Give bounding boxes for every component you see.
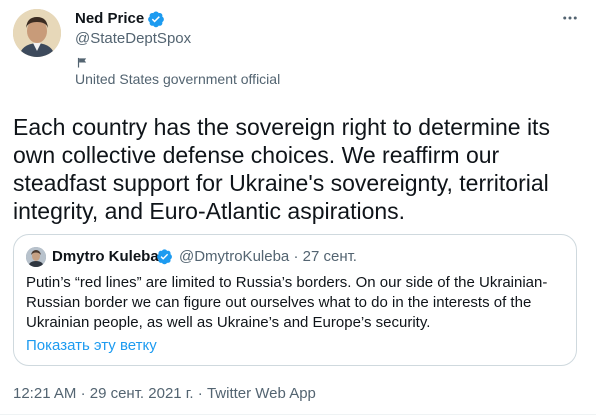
quoted-author-name: Dmytro Kuleba [52, 248, 159, 265]
bottom-divider [0, 414, 596, 415]
quoted-verified-badge-icon [157, 249, 172, 265]
tweet-text: Each country has the sovereign right to … [13, 114, 550, 224]
verified-badge-icon [148, 11, 164, 28]
footer-separator: · [197, 385, 203, 402]
tweet-footer: 12:21 AM · 29 сент. 2021 г. · Twitter We… [13, 384, 316, 404]
quoted-avatar-portrait [26, 247, 46, 267]
quoted-author-avatar [26, 247, 46, 267]
tweet-card[interactable]: Ned Price @StateDeptSpox United States g… [0, 0, 596, 416]
tweet-client[interactable]: Twitter Web App [207, 385, 316, 402]
quoted-meta-separator: · [293, 248, 299, 265]
quoted-date: 27 сент. [302, 248, 357, 265]
more-options-icon[interactable] [561, 9, 579, 27]
quoted-author-handle: @DmytroKuleba [179, 248, 290, 265]
show-thread-link[interactable]: Показать эту ветку [26, 336, 157, 356]
flag-icon [77, 57, 87, 68]
quoted-tweet[interactable]: Dmytro Kuleba @DmytroKuleba · 27 сент. P… [13, 234, 577, 366]
tweet-date[interactable]: 29 сент. 2021 г. [90, 385, 194, 402]
avatar-portrait [13, 9, 61, 57]
quoted-tweet-text: Putin’s “red lines” are limited to Russi… [26, 274, 548, 331]
tweet-time[interactable]: 12:21 AM [13, 385, 76, 402]
author-name[interactable]: Ned Price [75, 9, 144, 29]
quoted-meta: @DmytroKuleba · 27 сент. [179, 247, 357, 267]
author-handle[interactable]: @StateDeptSpox [75, 29, 191, 49]
footer-separator: · [80, 385, 86, 402]
author-avatar[interactable] [13, 9, 61, 57]
government-label: United States government official [75, 71, 281, 87]
